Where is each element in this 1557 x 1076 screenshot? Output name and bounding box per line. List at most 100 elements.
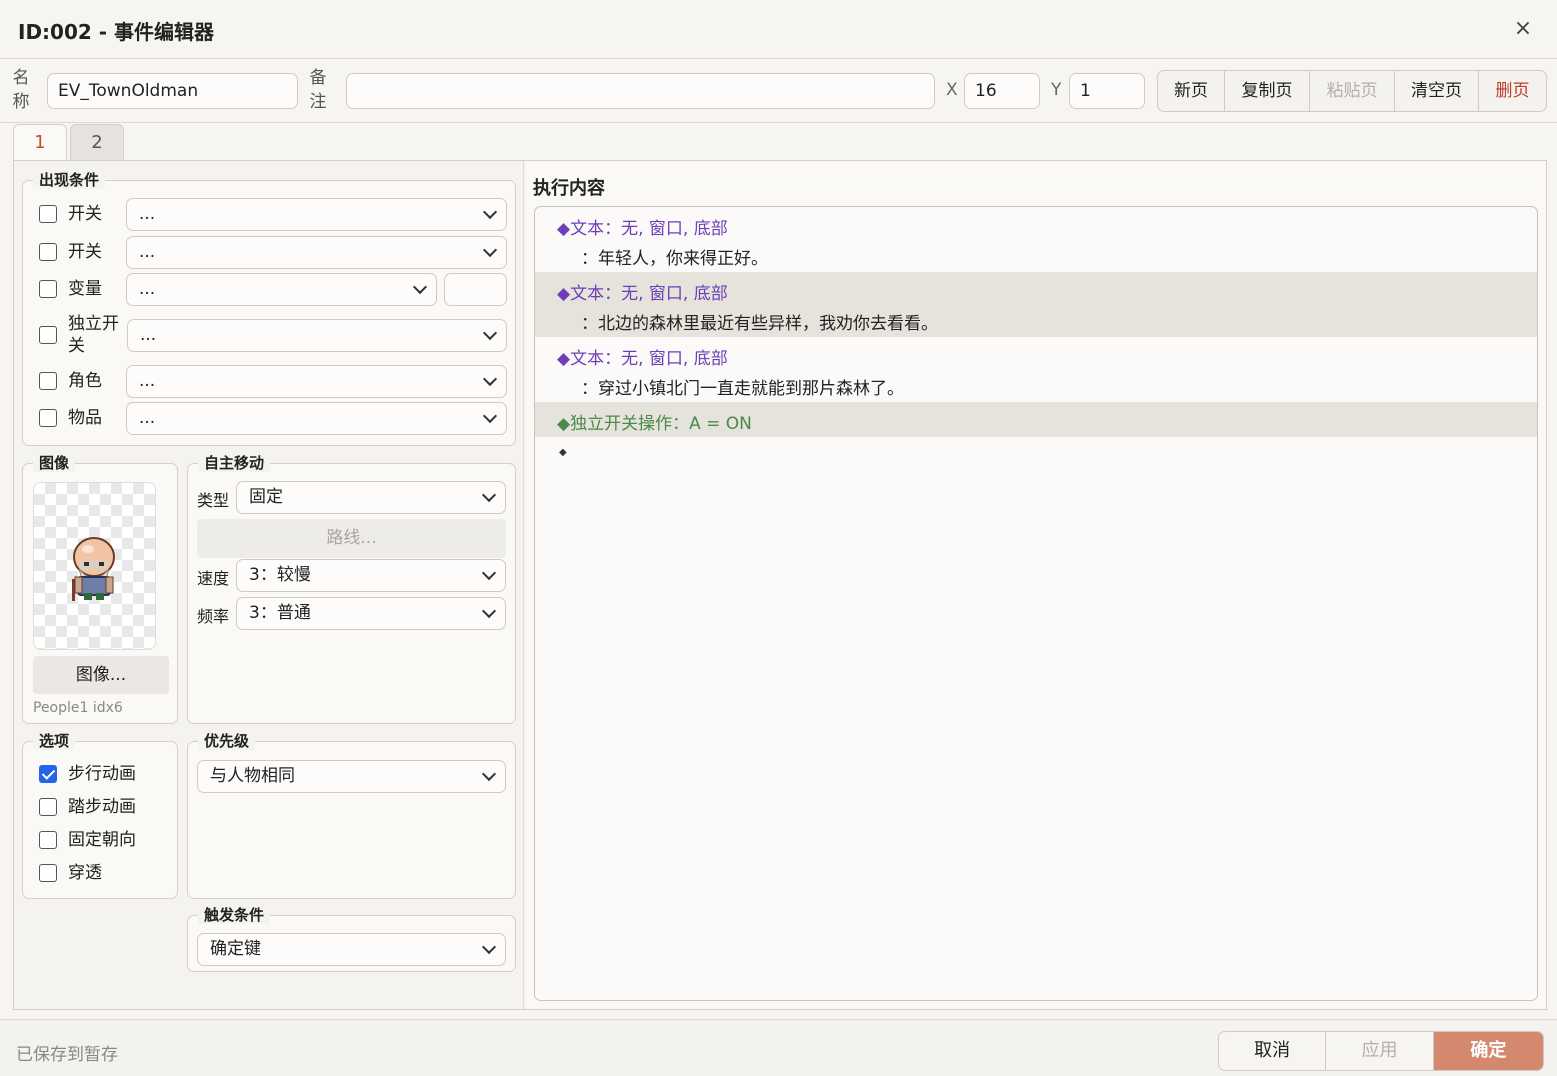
save-status: 已保存到暂存 — [16, 1045, 118, 1065]
speed-select[interactable]: 3：较慢 — [236, 559, 506, 592]
actor-select[interactable]: ... — [126, 365, 507, 398]
new-page-button[interactable]: 新页 — [1158, 71, 1225, 111]
item-select[interactable]: ... — [126, 402, 507, 435]
chevron-down-icon — [482, 490, 496, 504]
paste-page-button[interactable]: 粘贴页 — [1310, 71, 1395, 111]
self-switch-label: 独立开关 — [68, 314, 119, 356]
walking-animation-label: 步行动画 — [68, 764, 136, 784]
route-button[interactable]: 路线... — [197, 519, 506, 558]
command-row[interactable]: ◆独立开关操作：A = ON — [535, 402, 1537, 437]
command-head: ◆文本：无, 窗口, 底部 — [557, 349, 728, 369]
self-switch-value: ... — [140, 325, 157, 345]
stepping-animation-checkbox[interactable] — [39, 798, 57, 816]
through-checkbox[interactable] — [39, 864, 57, 882]
item-checkbox[interactable] — [39, 409, 57, 427]
old-man-sprite-icon — [72, 537, 115, 601]
tab-page-1[interactable]: 1 — [13, 124, 67, 162]
autonomous-movement-group: 自主移动 类型 固定 路线... 速度 3：较慢 频率 3：普通 — [187, 454, 516, 724]
command-body: ：北边的森林里最近有些异样，我劝你去看看。 — [581, 314, 938, 334]
options-group: 选项 步行动画 踏步动画 固定朝向 穿透 — [22, 732, 178, 899]
image-caption: People1 idx6 — [33, 700, 123, 716]
event-name-input[interactable]: EV_TownOldman — [47, 73, 298, 109]
priority-value: 与人物相同 — [210, 766, 295, 786]
chevron-down-icon — [413, 282, 427, 296]
command-head: ◆文本：无, 窗口, 底部 — [557, 284, 728, 304]
contents-title: 执行内容 — [533, 178, 605, 199]
frequency-select[interactable]: 3：普通 — [236, 597, 506, 630]
movement-type-select[interactable]: 固定 — [236, 481, 506, 514]
x-label: X — [946, 80, 958, 100]
command-row[interactable]: ◆文本：无, 窗口, 底部 ：年轻人，你来得正好。 — [535, 207, 1537, 272]
tab-page-2[interactable]: 2 — [70, 124, 124, 161]
variable-value: ... — [139, 279, 156, 299]
name-label-2: 称 — [12, 92, 30, 112]
chevron-down-icon — [482, 942, 496, 956]
command-list[interactable]: ◆文本：无, 窗口, 底部 ：年轻人，你来得正好。 ◆文本：无, 窗口, 底部 … — [534, 206, 1538, 1001]
image-legend: 图像 — [33, 454, 76, 472]
movement-type-label: 类型 — [197, 491, 230, 510]
variable-value-input[interactable] — [444, 273, 507, 306]
chevron-down-icon — [482, 769, 496, 783]
choose-image-button[interactable]: 图像... — [33, 656, 169, 694]
switch2-checkbox[interactable] — [39, 243, 57, 261]
actor-checkbox[interactable] — [39, 372, 57, 390]
priority-select[interactable]: 与人物相同 — [197, 760, 506, 793]
switch2-value: ... — [139, 242, 156, 262]
delete-page-button[interactable]: 删页 — [1479, 71, 1546, 111]
actor-value: ... — [139, 371, 156, 391]
footer-button-group: 取消 应用 确定 — [1218, 1031, 1544, 1071]
y-label: Y — [1051, 80, 1062, 100]
priority-group: 优先级 与人物相同 — [187, 732, 516, 899]
movement-type-value: 固定 — [249, 487, 283, 507]
footer-bar: 已保存到暂存 取消 应用 确定 — [0, 1019, 1557, 1076]
end-marker: ◆ — [559, 447, 567, 458]
trigger-select[interactable]: 确定键 — [197, 933, 506, 966]
name-label-1: 名 — [12, 68, 30, 88]
switch1-select[interactable]: ... — [126, 198, 507, 231]
event-note-input[interactable] — [346, 73, 935, 109]
ok-button[interactable]: 确定 — [1433, 1032, 1543, 1070]
self-switch-checkbox[interactable] — [39, 326, 57, 344]
cancel-button[interactable]: 取消 — [1219, 1032, 1327, 1070]
variable-checkbox[interactable] — [39, 280, 57, 298]
actor-label: 角色 — [68, 371, 102, 391]
note-label-1: 备 — [309, 68, 327, 88]
clear-page-button[interactable]: 清空页 — [1395, 71, 1479, 111]
switch1-checkbox[interactable] — [39, 205, 57, 223]
image-group: 图像 图像... People1 idx6 — [22, 454, 178, 724]
page-settings-pane: 出现条件 开关 ... 开关 ... 变量 ... 独立开关 ... 角色 ..… — [14, 161, 524, 1009]
trigger-value: 确定键 — [210, 939, 261, 959]
x-coordinate-input[interactable]: 16 — [964, 73, 1040, 109]
character-image-preview[interactable] — [33, 482, 156, 650]
page-button-group: 新页 复制页 粘贴页 清空页 删页 — [1157, 70, 1547, 112]
chevron-down-icon — [483, 207, 497, 221]
window-title: ID:002 - 事件编辑器 — [18, 20, 215, 44]
y-coordinate-input[interactable]: 1 — [1069, 73, 1145, 109]
page-panel: 出现条件 开关 ... 开关 ... 变量 ... 独立开关 ... 角色 ..… — [13, 160, 1547, 1010]
self-switch-select[interactable]: ... — [127, 319, 507, 352]
switch2-label: 开关 — [68, 242, 102, 262]
variable-select[interactable]: ... — [126, 273, 437, 306]
command-row-empty[interactable]: ◆ — [535, 437, 1537, 472]
switch2-select[interactable]: ... — [126, 236, 507, 269]
command-body: ：年轻人，你来得正好。 — [581, 249, 768, 269]
conditions-legend: 出现条件 — [33, 171, 106, 189]
apply-button[interactable]: 应用 — [1326, 1032, 1434, 1070]
copy-page-button[interactable]: 复制页 — [1225, 71, 1310, 111]
direction-fix-label: 固定朝向 — [68, 830, 136, 850]
chevron-down-icon — [482, 606, 496, 620]
item-label: 物品 — [68, 408, 102, 428]
close-icon[interactable]: × — [1509, 14, 1537, 44]
switch1-value: ... — [139, 204, 156, 224]
walking-animation-checkbox[interactable] — [39, 765, 57, 783]
direction-fix-checkbox[interactable] — [39, 831, 57, 849]
chevron-down-icon — [483, 328, 497, 342]
speed-label: 速度 — [197, 569, 230, 588]
command-body: ：穿过小镇北门一直走就能到那片森林了。 — [581, 379, 904, 399]
chevron-down-icon — [483, 411, 497, 425]
command-row[interactable]: ◆文本：无, 窗口, 底部 ：北边的森林里最近有些异样，我劝你去看看。 — [535, 272, 1537, 337]
options-legend: 选项 — [33, 732, 76, 750]
frequency-label: 频率 — [197, 607, 230, 626]
command-row[interactable]: ◆文本：无, 窗口, 底部 ：穿过小镇北门一直走就能到那片森林了。 — [535, 337, 1537, 402]
title-bar: ID:002 - 事件编辑器 × — [0, 0, 1557, 59]
